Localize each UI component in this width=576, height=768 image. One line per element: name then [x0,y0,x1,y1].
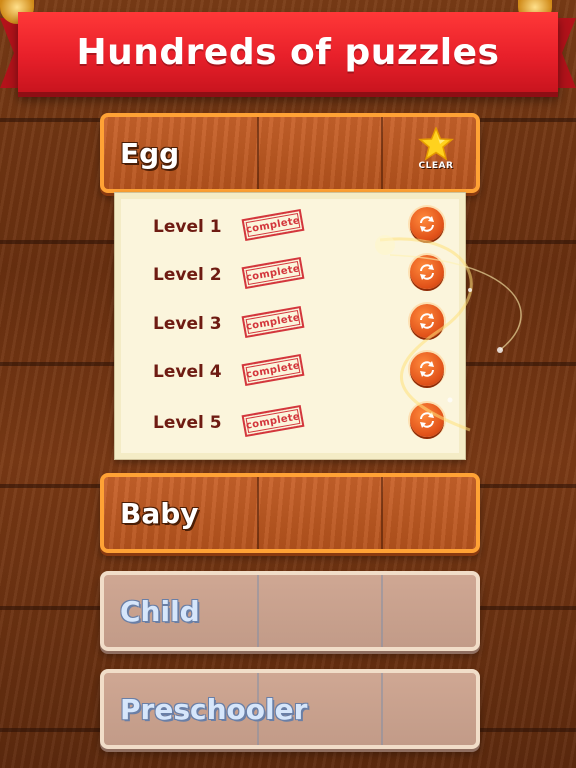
level-label: Level 5 [153,413,222,433]
replay-icon [420,412,434,428]
category-label: Baby [120,496,199,530]
level-row[interactable]: Level 1 complete [115,207,467,255]
category-label: Child [120,594,200,628]
complete-stamp: complete [241,208,305,242]
clear-label: CLEAR [418,161,454,171]
replay-button[interactable] [410,403,444,437]
replay-button[interactable] [410,304,444,338]
category-egg[interactable]: Egg CLEAR [100,113,480,193]
category-label: Preschooler [120,692,308,726]
replay-icon [420,264,434,280]
replay-button[interactable] [410,207,444,241]
complete-stamp: complete [241,305,305,339]
star-icon [418,127,454,161]
title-banner: Hundreds of puzzles [0,0,576,105]
replay-icon [420,216,434,232]
replay-button[interactable] [410,352,444,386]
complete-stamp: complete [241,353,305,387]
banner-title: Hundreds of puzzles [76,31,500,73]
banner-body: Hundreds of puzzles [18,12,558,92]
replay-icon [420,361,434,377]
clear-badge: CLEAR [414,127,458,183]
level-label: Level 1 [153,217,222,237]
complete-stamp: complete [241,256,305,290]
level-row[interactable]: Level 2 complete [115,255,467,303]
level-row[interactable]: Level 5 complete [115,403,467,451]
complete-stamp: complete [241,404,305,438]
category-baby[interactable]: Baby [100,473,480,553]
level-row[interactable]: Level 3 complete [115,304,467,352]
category-preschooler[interactable]: Preschooler [100,669,480,749]
level-label: Level 3 [153,314,222,334]
level-label: Level 2 [153,265,222,285]
replay-button[interactable] [410,255,444,289]
level-label: Level 4 [153,362,222,382]
category-child[interactable]: Child [100,571,480,651]
levels-panel: Level 1 complete Level 2 complete Level … [114,192,466,460]
replay-icon [420,313,434,329]
level-row[interactable]: Level 4 complete [115,352,467,400]
category-label: Egg [120,136,180,170]
